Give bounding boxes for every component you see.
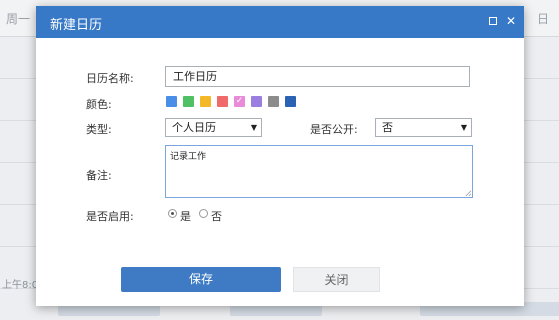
save-button[interactable]: 保存: [121, 267, 281, 292]
color-swatch[interactable]: [200, 96, 211, 107]
color-label: 颜色:: [86, 98, 112, 111]
color-swatch[interactable]: [166, 96, 177, 107]
day-sunday: 日: [537, 12, 550, 26]
color-swatch[interactable]: ✓: [234, 96, 245, 107]
dialog-titlebar: 新建日历 ✕: [36, 6, 524, 38]
calendar-name-label: 日历名称:: [86, 72, 134, 85]
note-textarea[interactable]: 记录工作: [165, 145, 473, 198]
enable-yes-label: 是: [180, 210, 191, 223]
dropdown-arrow-icon: ▼: [250, 123, 257, 132]
enable-no-label: 否: [211, 210, 222, 223]
close-button[interactable]: 关闭: [293, 267, 380, 292]
type-select-value: 个人日历: [172, 121, 216, 134]
enable-yes-radio[interactable]: [168, 209, 177, 218]
color-swatch[interactable]: [268, 96, 279, 107]
dialog-title: 新建日历: [50, 18, 103, 33]
color-swatch[interactable]: [251, 96, 262, 107]
maximize-button[interactable]: [486, 14, 500, 28]
color-swatch[interactable]: [285, 96, 296, 107]
day-monday: 周一: [6, 12, 31, 26]
dropdown-arrow-icon: ▼: [460, 123, 467, 132]
color-swatch[interactable]: [183, 96, 194, 107]
new-calendar-dialog: 新建日历 ✕ 日历名称: 工作日历 颜色: ✓ 类型: 个人日历 ▼ 是否公开:…: [36, 6, 524, 306]
calendar-name-input[interactable]: 工作日历: [165, 66, 470, 87]
note-label: 备注:: [86, 169, 112, 182]
type-label: 类型:: [86, 123, 112, 136]
maximize-icon: [489, 17, 497, 25]
note-text: 记录工作: [170, 152, 207, 162]
public-label: 是否公开:: [310, 123, 358, 136]
type-select[interactable]: 个人日历 ▼: [165, 118, 262, 137]
public-select[interactable]: 否 ▼: [375, 118, 472, 137]
resize-handle-icon[interactable]: [465, 190, 471, 196]
close-icon[interactable]: ✕: [504, 14, 518, 28]
public-select-value: 否: [382, 121, 393, 134]
enable-label: 是否启用:: [86, 210, 134, 223]
enable-no-radio[interactable]: [199, 209, 208, 218]
color-swatch[interactable]: [217, 96, 228, 107]
